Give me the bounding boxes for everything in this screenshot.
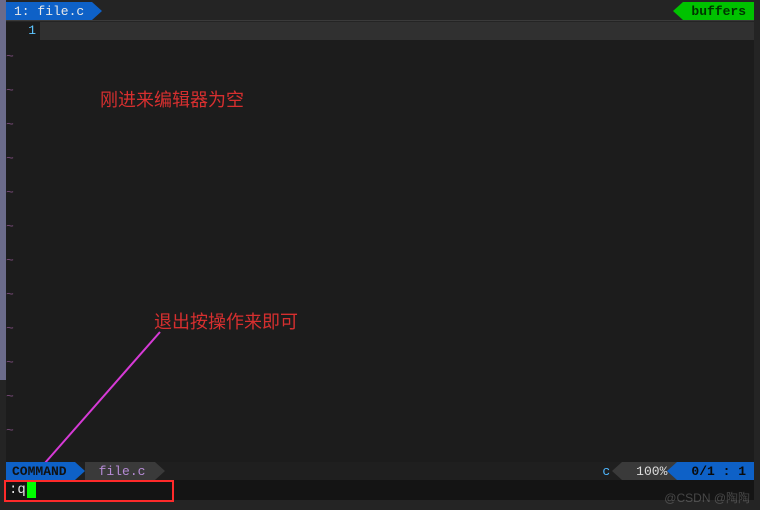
position-indicator: 0/1 : 1 <box>677 462 754 480</box>
buffers-label: buffers <box>691 4 746 19</box>
status-bar: COMMAND file.c c 100% 0/1 : 1 <box>6 462 754 480</box>
command-line[interactable]: :q <box>6 480 754 500</box>
cursor-icon <box>27 482 36 498</box>
filename-label: file.c <box>99 464 146 479</box>
tab-file-c[interactable]: 1: file.c <box>6 2 92 20</box>
annotation-empty: 刚进来编辑器为空 <box>100 86 244 112</box>
separator <box>6 20 754 21</box>
tab-bar: 1: file.c buffers <box>6 2 754 20</box>
tab-label: 1: file.c <box>14 4 84 19</box>
filename-chip: file.c <box>85 462 156 480</box>
mode-label: COMMAND <box>12 464 67 479</box>
current-line-highlight <box>40 22 754 40</box>
watermark: @CSDN @陶陶 <box>664 489 750 506</box>
line-number: 1 <box>6 22 36 40</box>
empty-line-markers: ~ ~ ~ ~ ~ ~ ~ ~ ~ ~ ~ ~ <box>6 40 20 462</box>
command-text: :q <box>9 481 36 499</box>
buffers-button[interactable]: buffers <box>683 2 754 20</box>
mode-indicator: COMMAND <box>6 462 75 480</box>
